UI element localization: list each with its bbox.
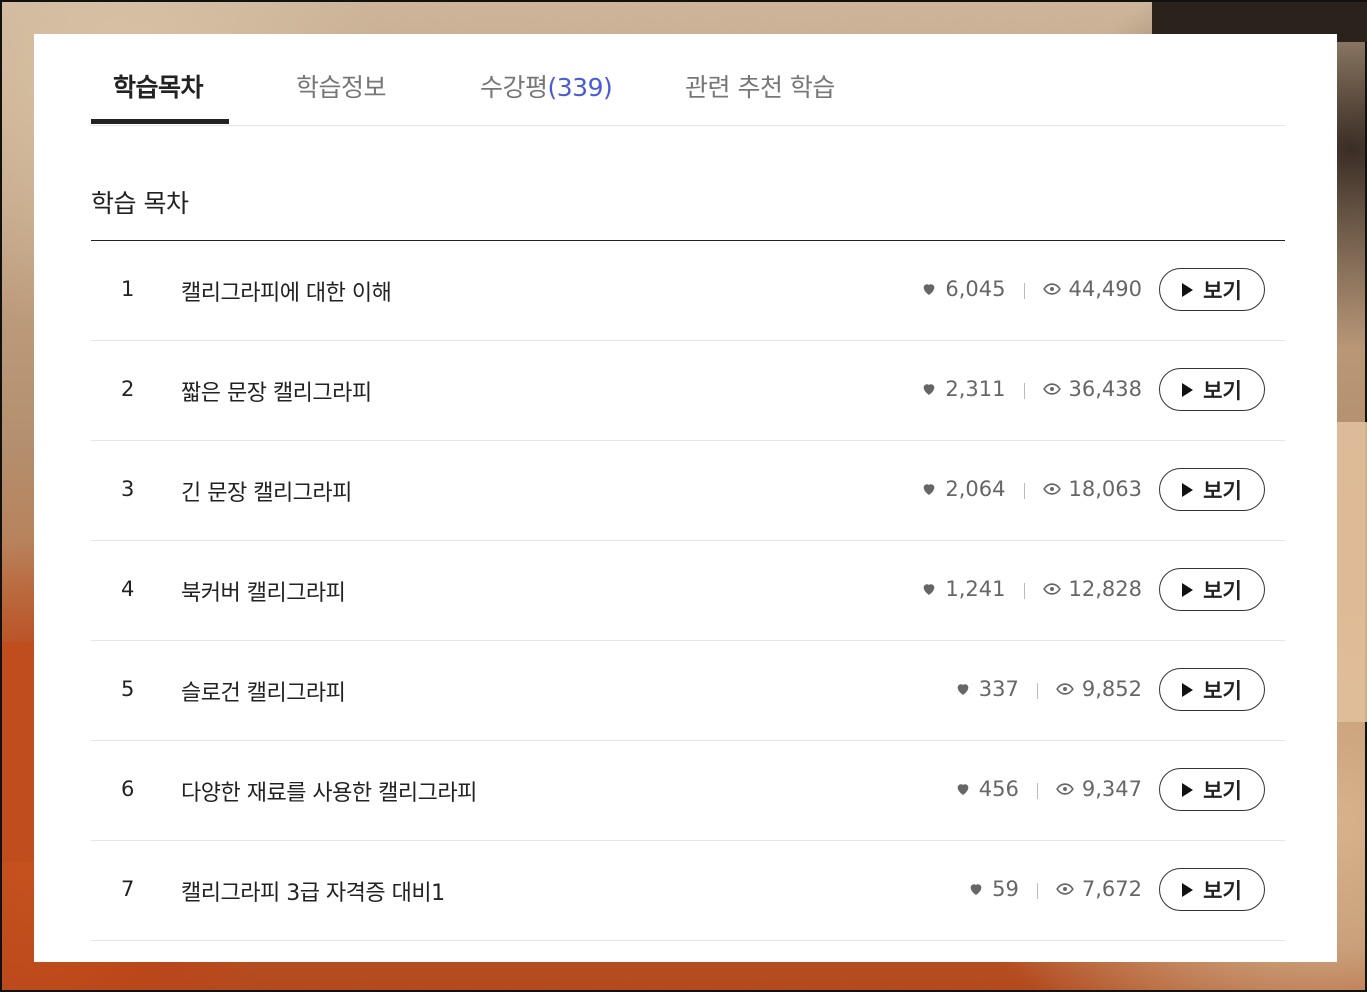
eye-icon (1056, 683, 1074, 695)
like-count: 6,045 (945, 277, 1006, 301)
play-button[interactable]: 보기 (1159, 668, 1265, 711)
play-button-label: 보기 (1203, 278, 1242, 303)
content-panel: 학습목차 학습정보 수강평(339) 관련 추천 학습 학습 목차 1 캘리그라… (34, 34, 1337, 962)
eye-icon (1042, 283, 1061, 295)
lesson-stats: 2,311 36,438 (921, 377, 1142, 401)
heart-icon (970, 884, 982, 895)
like-count: 2,064 (945, 477, 1006, 501)
tab-course-info[interactable]: 학습정보 (296, 68, 387, 104)
tab-label: 학습정보 (296, 73, 387, 102)
play-button[interactable]: 보기 (1159, 568, 1265, 611)
stat-divider (1036, 683, 1038, 699)
active-tab-indicator (91, 119, 229, 124)
tab-recommended[interactable]: 관련 추천 학습 (685, 68, 835, 104)
lesson-title[interactable]: 다양한 재료를 사용한 캘리그라피 (181, 775, 477, 807)
lesson-row: 4 북커버 캘리그라피 1,241 12,828 보기 (91, 541, 1285, 641)
stat-divider (1023, 583, 1025, 599)
lesson-stats: 6,045 44,490 (921, 277, 1142, 301)
view-count: 18,063 (1068, 477, 1142, 501)
lesson-stats: 1,241 12,828 (921, 577, 1142, 601)
play-button[interactable]: 보기 (1159, 268, 1265, 311)
stat-divider (1023, 483, 1025, 499)
lesson-row: 2 짧은 문장 캘리그라피 2,311 36,438 보기 (91, 341, 1285, 441)
view-count: 7,672 (1081, 877, 1142, 901)
view-count: 36,438 (1068, 377, 1142, 401)
review-count: (339) (547, 73, 613, 102)
like-count: 1,241 (945, 577, 1006, 601)
play-icon (1182, 882, 1194, 897)
like-count: 2,311 (945, 377, 1006, 401)
play-button-label: 보기 (1203, 578, 1242, 603)
tab-bar: 학습목차 학습정보 수강평(339) 관련 추천 학습 (91, 34, 1285, 126)
lesson-row: 5 슬로건 캘리그라피 337 9,852 보기 (91, 641, 1285, 741)
play-button-label: 보기 (1203, 678, 1242, 703)
play-icon (1182, 682, 1194, 697)
view-count: 9,347 (1081, 777, 1142, 801)
lesson-number: 3 (121, 477, 135, 501)
heart-icon (924, 284, 935, 295)
lesson-title[interactable]: 짧은 문장 캘리그라피 (181, 375, 372, 407)
heart-icon (924, 484, 935, 495)
like-count: 456 (978, 777, 1019, 801)
play-icon (1182, 282, 1194, 297)
tab-label: 관련 추천 학습 (685, 73, 835, 102)
lesson-title[interactable]: 북커버 캘리그라피 (181, 575, 346, 607)
tab-reviews[interactable]: 수강평(339) (480, 68, 613, 104)
lesson-title[interactable]: 슬로건 캘리그라피 (181, 675, 346, 707)
lesson-row: 7 캘리그라피 3급 자격증 대비1 59 7,672 보기 (91, 841, 1285, 941)
play-icon (1182, 382, 1194, 397)
lesson-stats: 2,064 18,063 (921, 477, 1142, 501)
heart-icon (957, 784, 969, 795)
play-button[interactable]: 보기 (1159, 468, 1265, 511)
play-icon (1182, 582, 1194, 597)
lesson-number: 7 (121, 877, 135, 901)
play-icon (1182, 482, 1194, 497)
eye-icon (1042, 483, 1061, 495)
play-button-label: 보기 (1203, 878, 1242, 903)
lesson-stats: 59 7,672 (968, 877, 1142, 901)
lesson-row: 6 다양한 재료를 사용한 캘리그라피 456 9,347 보기 (91, 741, 1285, 841)
stat-divider (1023, 283, 1025, 299)
view-count: 12,828 (1068, 577, 1142, 601)
lesson-title[interactable]: 캘리그라피에 대한 이해 (181, 275, 392, 307)
eye-icon (1056, 783, 1074, 795)
lesson-number: 5 (121, 677, 135, 701)
lesson-row: 3 긴 문장 캘리그라피 2,064 18,063 보기 (91, 441, 1285, 541)
like-count: 337 (978, 677, 1019, 701)
tab-label: 수강평 (480, 73, 548, 102)
eye-icon (1042, 383, 1061, 395)
stat-divider (1036, 783, 1038, 799)
heart-icon (957, 684, 969, 695)
lesson-stats: 337 9,852 (955, 677, 1142, 701)
lesson-list: 1 캘리그라피에 대한 이해 6,045 44,490 보기 2 짧은 문장 캘… (91, 240, 1285, 941)
section-title: 학습 목차 (91, 189, 189, 218)
lesson-number: 1 (121, 277, 135, 301)
play-icon (1182, 782, 1194, 797)
view-count: 9,852 (1081, 677, 1142, 701)
tab-curriculum[interactable]: 학습목차 (113, 68, 204, 104)
eye-icon (1056, 883, 1074, 895)
lesson-title[interactable]: 긴 문장 캘리그라피 (181, 475, 352, 507)
lesson-title[interactable]: 캘리그라피 3급 자격증 대비1 (181, 875, 445, 907)
lesson-row: 1 캘리그라피에 대한 이해 6,045 44,490 보기 (91, 241, 1285, 341)
stat-divider (1036, 883, 1038, 899)
play-button-label: 보기 (1203, 778, 1242, 803)
play-button-label: 보기 (1203, 478, 1242, 503)
heart-icon (924, 584, 935, 595)
lesson-number: 6 (121, 777, 135, 801)
stat-divider (1023, 383, 1025, 399)
play-button[interactable]: 보기 (1159, 368, 1265, 411)
lesson-number: 4 (121, 577, 135, 601)
play-button-label: 보기 (1203, 378, 1242, 403)
like-count: 59 (992, 877, 1019, 901)
heart-icon (924, 384, 935, 395)
eye-icon (1042, 583, 1061, 595)
lesson-number: 2 (121, 377, 135, 401)
view-count: 44,490 (1068, 277, 1142, 301)
lesson-stats: 456 9,347 (955, 777, 1142, 801)
play-button[interactable]: 보기 (1159, 868, 1265, 911)
tab-label: 학습목차 (113, 73, 204, 102)
play-button[interactable]: 보기 (1159, 768, 1265, 811)
